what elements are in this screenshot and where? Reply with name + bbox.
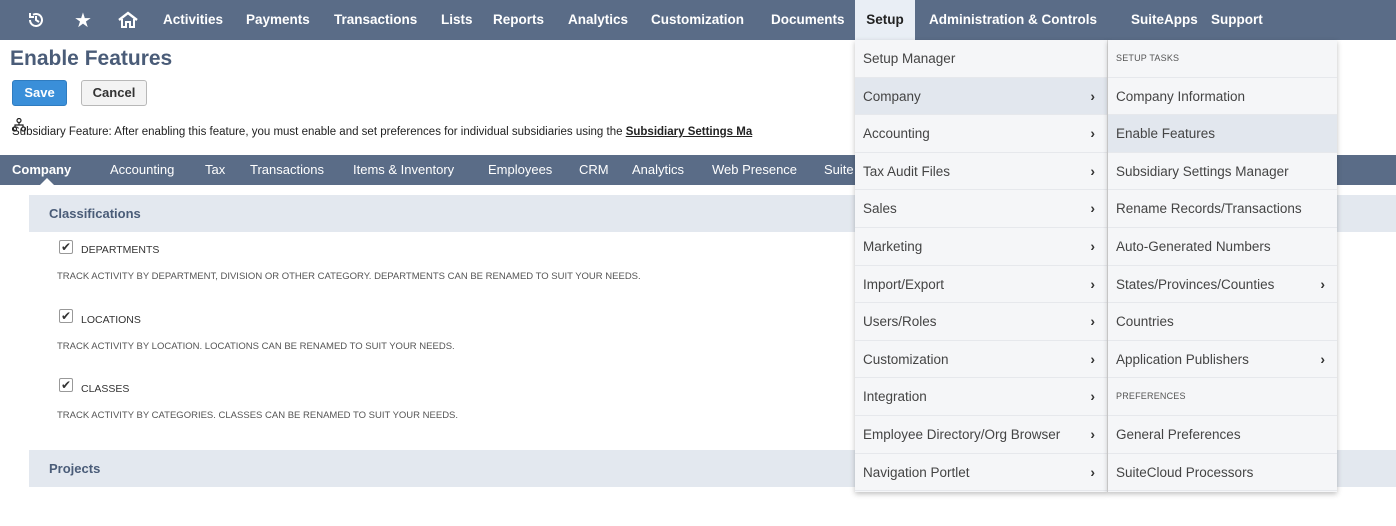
submenu-general-preferences[interactable]: General Preferences: [1108, 416, 1337, 454]
classes-description: Track activity by categories. Classes ca…: [57, 410, 459, 421]
menu-users-roles[interactable]: Users/Roles ›: [855, 303, 1107, 341]
locations-label: Locations: [81, 314, 141, 326]
subsidiary-notice: Subsidiary Feature: After enabling this …: [11, 117, 753, 138]
menu-sales[interactable]: Sales ›: [855, 190, 1107, 228]
chevron-right-icon: ›: [1090, 200, 1095, 217]
nav-setup[interactable]: Setup: [855, 0, 915, 40]
chevron-right-icon: ›: [1090, 388, 1095, 405]
subsidiary-settings-link[interactable]: Subsidiary Settings Ma: [626, 126, 753, 138]
company-submenu: SETUP TASKS Company Information Enable F…: [1108, 40, 1337, 492]
menu-tax-audit-files[interactable]: Tax Audit Files ›: [855, 153, 1107, 191]
tab-accounting[interactable]: Accounting: [110, 155, 174, 185]
recent-records-icon[interactable]: [24, 0, 48, 40]
tab-tax[interactable]: Tax: [205, 155, 225, 185]
tab-items-inventory[interactable]: Items & Inventory: [353, 155, 454, 185]
chevron-right-icon: ›: [1090, 350, 1095, 367]
chevron-right-icon: ›: [1090, 125, 1095, 142]
locations-checkbox[interactable]: ✔: [59, 309, 73, 323]
chevron-right-icon: ›: [1090, 238, 1095, 254]
submenu-states-provinces-counties[interactable]: States/Provinces/Counties ›: [1108, 266, 1337, 304]
chevron-right-icon: ›: [1090, 313, 1095, 330]
active-tab-indicator: [40, 178, 54, 185]
notice-text: Subsidiary Feature: After enabling this …: [12, 126, 626, 138]
submenu-company-information[interactable]: Company Information: [1108, 78, 1337, 116]
chevron-right-icon: ›: [1320, 275, 1325, 292]
nav-reports[interactable]: Reports: [493, 0, 544, 40]
menu-employee-directory[interactable]: Employee Directory/Org Browser ›: [855, 416, 1107, 454]
departments-description: Track activity by department, division o…: [57, 271, 641, 282]
chevron-right-icon: ›: [1090, 275, 1095, 292]
save-button[interactable]: Save: [12, 80, 67, 106]
nav-administration-controls[interactable]: Administration & Controls: [929, 0, 1097, 40]
submenu-heading-preferences: PREFERENCES: [1108, 378, 1337, 416]
nav-activities[interactable]: Activities: [163, 0, 223, 40]
cancel-button[interactable]: Cancel: [81, 80, 147, 106]
nav-documents[interactable]: Documents: [771, 0, 845, 40]
menu-company[interactable]: Company ›: [855, 77, 1107, 116]
nav-customization[interactable]: Customization: [651, 0, 744, 40]
subsidiary-hierarchy-icon: [11, 117, 27, 135]
tab-web-presence[interactable]: Web Presence: [712, 155, 797, 185]
classes-checkbox[interactable]: ✔: [59, 378, 73, 392]
submenu-suitecloud-processors[interactable]: SuiteCloud Processors: [1108, 454, 1337, 492]
setup-menu: Setup Manager Company › Accounting › Tax A…: [855, 40, 1108, 492]
tab-analytics[interactable]: Analytics: [632, 155, 684, 185]
submenu-auto-generated-numbers[interactable]: Auto-Generated Numbers: [1108, 228, 1337, 266]
submenu-heading-setup-tasks: SETUP TASKS: [1108, 40, 1337, 78]
menu-accounting[interactable]: Accounting ›: [855, 115, 1107, 153]
page-title: Enable Features: [10, 47, 173, 70]
menu-integration[interactable]: Integration ›: [855, 378, 1107, 416]
submenu-subsidiary-settings-manager[interactable]: Subsidiary Settings Manager: [1108, 153, 1337, 191]
menu-setup-manager[interactable]: Setup Manager: [855, 40, 1107, 78]
chevron-right-icon: ›: [1090, 463, 1095, 480]
nav-transactions[interactable]: Transactions: [334, 0, 417, 40]
chevron-right-icon: ›: [1090, 162, 1095, 179]
submenu-enable-features[interactable]: Enable Features: [1108, 115, 1337, 153]
home-icon[interactable]: [115, 0, 141, 40]
nav-lists[interactable]: Lists: [441, 0, 473, 40]
top-nav-bar: ★ Activities Payments Transactions Lists…: [0, 0, 1396, 40]
departments-checkbox[interactable]: ✔: [59, 240, 73, 254]
tab-crm[interactable]: CRM: [579, 155, 609, 185]
tab-transactions[interactable]: Transactions: [250, 155, 324, 185]
nav-analytics[interactable]: Analytics: [568, 0, 628, 40]
nav-payments[interactable]: Payments: [246, 0, 310, 40]
nav-suiteapps[interactable]: SuiteApps: [1131, 0, 1198, 40]
submenu-rename-records[interactable]: Rename Records/Transactions: [1108, 190, 1337, 228]
menu-marketing[interactable]: Marketing ›: [855, 228, 1107, 266]
tab-employees[interactable]: Employees: [488, 155, 552, 185]
chevron-right-icon: ›: [1090, 426, 1095, 442]
departments-label: Departments: [81, 244, 160, 256]
menu-import-export[interactable]: Import/Export ›: [855, 266, 1107, 304]
locations-description: Track activity by location. Locations ca…: [57, 341, 455, 352]
star-shortcuts-icon[interactable]: ★: [72, 0, 94, 40]
submenu-countries[interactable]: Countries: [1108, 303, 1337, 341]
nav-support[interactable]: Support: [1211, 0, 1263, 40]
tab-suite[interactable]: Suite: [824, 155, 854, 185]
classes-label: Classes: [81, 383, 130, 395]
menu-navigation-portlet[interactable]: Navigation Portlet ›: [855, 454, 1107, 492]
chevron-right-icon: ›: [1090, 87, 1095, 104]
menu-customization[interactable]: Customization ›: [855, 341, 1107, 379]
submenu-application-publishers[interactable]: Application Publishers ›: [1108, 341, 1337, 379]
chevron-right-icon: ›: [1320, 350, 1325, 367]
